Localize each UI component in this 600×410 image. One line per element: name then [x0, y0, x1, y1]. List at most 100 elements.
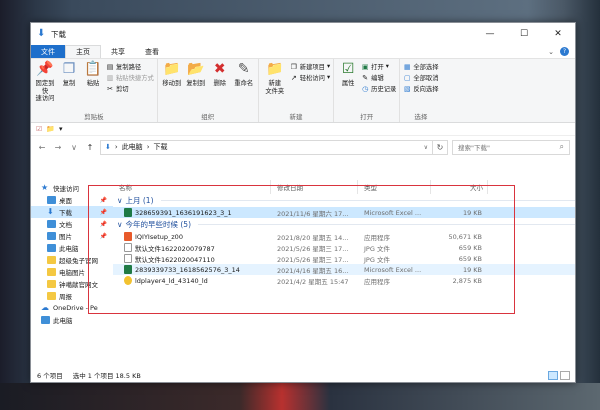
column-size[interactable]: 大小: [431, 180, 488, 194]
nav-item-label: 此电脑: [53, 317, 73, 325]
nav-item[interactable]: 超级兔子官网: [31, 254, 113, 266]
back-arrow-icon[interactable]: ←: [36, 143, 48, 152]
paste-shortcut-button[interactable]: ▥ 粘贴快捷方式: [106, 73, 154, 83]
pin-icon[interactable]: 📌: [100, 233, 107, 240]
nav-item-label: 钟噶献官网文: [59, 281, 98, 289]
nav-item[interactable]: 桌面 📌: [31, 194, 113, 206]
breadcrumb-this-pc[interactable]: 此电脑: [122, 142, 143, 152]
rename-button[interactable]: ✎ 重命名: [233, 61, 255, 88]
copy-folder-icon: 📂: [187, 61, 205, 78]
open-button[interactable]: ▣ 打开 ▾: [361, 62, 396, 72]
collapse-ribbon-icon[interactable]: ⌄: [548, 48, 554, 56]
column-type[interactable]: 类型: [358, 180, 431, 194]
xls-file-icon: [124, 265, 132, 274]
select-all-button[interactable]: ▦ 全部选择: [403, 62, 439, 72]
folder-small-icon[interactable]: 📁: [46, 125, 55, 133]
star-icon: ★: [41, 183, 49, 192]
pin-icon[interactable]: 📌: [100, 209, 107, 216]
nav-item-label: 图片: [59, 233, 72, 241]
column-date[interactable]: 修改日期: [271, 180, 358, 194]
invert-selection-button[interactable]: ▧ 反向选择: [403, 84, 439, 94]
properties-button[interactable]: ☑ 属性: [337, 61, 359, 88]
details-view-button[interactable]: [548, 370, 558, 380]
xls-file-icon: [124, 208, 132, 217]
paste-button[interactable]: 📋 粘贴: [82, 61, 104, 88]
folder-icon: [47, 280, 56, 288]
up-arrow-icon[interactable]: ↑: [84, 143, 96, 152]
forward-arrow-icon[interactable]: →: [52, 143, 64, 152]
tab-view[interactable]: 查看: [135, 45, 169, 58]
nav-item-label: 周报: [59, 293, 72, 301]
tab-file[interactable]: 文件: [31, 45, 65, 58]
file-row[interactable]: 默认文件1622020079787 2021/5/26 星期三 17... JPG …: [113, 242, 575, 253]
history-button[interactable]: ◷ 历史记录: [361, 84, 396, 94]
copy-button[interactable]: ❐ 复制: [58, 61, 80, 88]
customize-dropdown-icon[interactable]: ▾: [59, 125, 63, 133]
maximize-button[interactable]: ☐: [507, 23, 541, 45]
file-row[interactable]: 328659391_1636191623_3_1 2021/11/6 星期六 17…: [113, 207, 575, 218]
edit-button[interactable]: ✎ 编辑: [361, 73, 396, 83]
tab-share[interactable]: 共享: [101, 45, 135, 58]
nav-item[interactable]: 图片 📌: [31, 230, 113, 242]
nav-item[interactable]: 文档 📌: [31, 218, 113, 230]
properties-small-icon[interactable]: ☑: [36, 125, 42, 133]
group-header[interactable]: ∨ 上月 (1): [113, 194, 575, 207]
title-bar[interactable]: ⬇ 下载 — ☐ ✕: [31, 23, 575, 45]
file-name-cell: 2839339733_1618562576_3_14: [113, 265, 271, 274]
window-title: 下载: [51, 29, 66, 39]
copy-to-button[interactable]: 📂 复制到: [185, 61, 207, 88]
nav-item[interactable]: 电脑图片: [31, 266, 113, 278]
help-icon[interactable]: ?: [560, 47, 569, 56]
copy-path-button[interactable]: ▤ 复制路径: [106, 62, 154, 72]
download-arrow-icon: ⬇: [105, 143, 111, 151]
nav-item[interactable]: 此电脑: [31, 242, 113, 254]
file-row[interactable]: 默认文件1622020047110 2021/5/26 星期三 17... JPG …: [113, 253, 575, 264]
nav-item[interactable]: 钟噶献官网文: [31, 278, 113, 290]
nav-item[interactable]: ☁ OneDrive - Pe: [31, 302, 113, 314]
file-date: 2021/5/26 星期三 17...: [277, 255, 349, 264]
nav-item[interactable]: 周报: [31, 290, 113, 302]
nav-item[interactable]: 此电脑: [31, 314, 113, 326]
recent-dropdown-icon[interactable]: ∨: [68, 143, 80, 152]
large-icons-view-button[interactable]: [560, 370, 570, 380]
breadcrumb-downloads[interactable]: 下载: [154, 142, 168, 152]
tab-home[interactable]: 主页: [65, 45, 101, 58]
move-to-button[interactable]: 📁 移动到: [161, 61, 183, 88]
jpg-file-icon: [124, 243, 132, 252]
computer-icon: [41, 316, 50, 324]
group-label-clipboard: 剪贴板: [84, 113, 104, 121]
nav-item[interactable]: ⬇ 下载 📌: [31, 206, 113, 218]
group-open: ☑ 属性 ▣ 打开 ▾ ✎ 编辑 ◷ 历史记录 打开: [334, 59, 401, 122]
pin-icon[interactable]: 📌: [100, 221, 107, 228]
nav-item-label: 快速访问: [53, 185, 79, 193]
cut-button[interactable]: ✂ 剪切: [106, 84, 154, 94]
folder-icon: [47, 268, 56, 276]
file-name-cell: 328659391_1636191623_3_1: [113, 208, 271, 217]
close-button[interactable]: ✕: [541, 23, 575, 45]
minimize-button[interactable]: —: [473, 23, 507, 45]
computer-icon: [47, 244, 56, 252]
new-folder-button[interactable]: 📁 新建 文件夹: [262, 61, 288, 95]
file-date: 2021/8/20 星期五 14...: [277, 233, 349, 242]
select-none-button[interactable]: ▢ 全部取消: [403, 73, 439, 83]
file-row[interactable]: ldplayer4_ld_43140_ld 2021/4/2 星期五 15:47 应…: [113, 275, 575, 286]
chevron-down-icon[interactable]: ∨: [117, 220, 123, 229]
new-folder-icon: 📁: [266, 61, 284, 78]
new-item-button[interactable]: ❐ 新建项目 ▾: [290, 62, 331, 72]
properties-check-icon: ☑: [341, 61, 355, 78]
group-header[interactable]: ∨ 今年的早些时候 (5): [113, 218, 575, 231]
address-dropdown-icon[interactable]: ∨: [424, 144, 428, 151]
file-row[interactable]: IQIYIsetup_z00 2021/8/20 星期五 14... 应用程序 50,…: [113, 231, 575, 242]
chevron-down-icon[interactable]: ∨: [117, 196, 123, 205]
search-input[interactable]: 搜索"下载" ⌕: [452, 139, 570, 155]
pin-quick-access-button[interactable]: 📌 固定到快 速访问: [34, 61, 56, 103]
pin-icon[interactable]: 📌: [100, 197, 107, 204]
delete-button[interactable]: ✖ 删除: [209, 61, 231, 88]
address-bar[interactable]: ⬇ › 此电脑 › 下载 ∨: [100, 139, 433, 155]
easy-access-icon: ↗: [290, 73, 297, 82]
file-row[interactable]: 2839339733_1618562576_3_14 2021/4/16 星期五 …: [113, 264, 575, 275]
nav-item[interactable]: ★ 快速访问: [31, 182, 113, 194]
easy-access-button[interactable]: ↗ 轻松访问 ▾: [290, 73, 330, 83]
refresh-button[interactable]: ↻: [432, 139, 448, 155]
column-name[interactable]: 名称: [113, 180, 271, 194]
